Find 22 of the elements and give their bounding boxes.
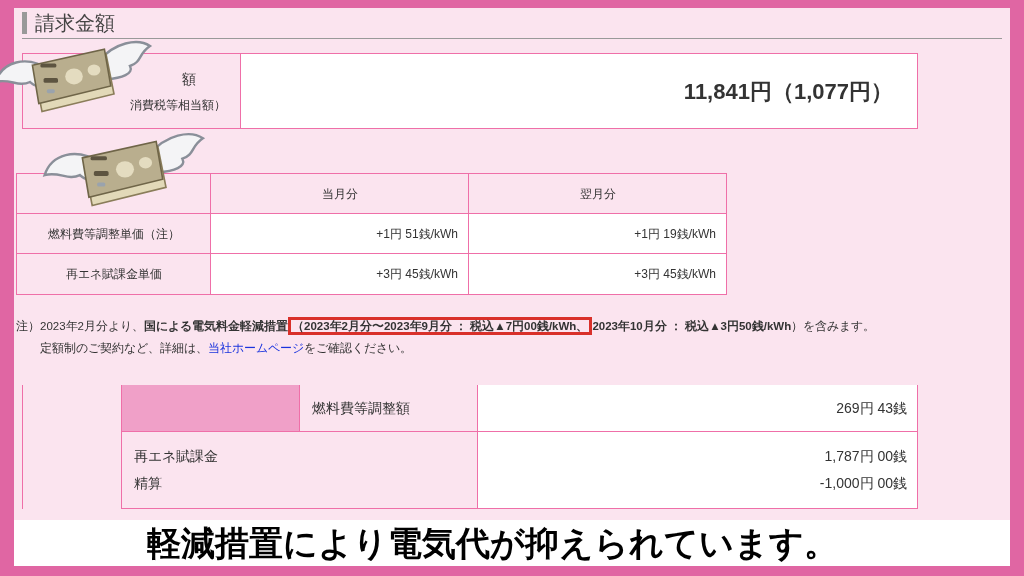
amount-text: 11,841円（1,077円） bbox=[683, 77, 893, 106]
note-text: 2023年2月分より、国による電気料金軽減措置 （2023年2月分〜2023年9月分 ： 税込▲7円00銭/kWh、 2023年10月分 ： 税込▲3円50銭/kWh）を含みます。 bbox=[40, 315, 876, 337]
label-text: 精算 bbox=[134, 474, 163, 493]
value-text: 269円 43銭 bbox=[836, 398, 907, 418]
table-cell: +1円 51銭/kWh bbox=[211, 214, 469, 253]
homepage-link[interactable]: 当社ホームページ bbox=[208, 342, 304, 354]
heading-bar bbox=[22, 12, 27, 34]
value-text: -1,000円 00銭 bbox=[819, 474, 907, 493]
section-heading: 請求金額 bbox=[35, 11, 115, 36]
note-mark: 注） bbox=[16, 319, 40, 334]
label-text: 消費税等相当額） bbox=[130, 96, 226, 114]
label-text: 再エネ賦課金 bbox=[134, 447, 219, 466]
header-cell-text: 翌月分 bbox=[578, 185, 617, 203]
table-cell: +1円 19銭/kWh bbox=[469, 214, 726, 253]
subtitle-text: 軽減措置により電気代が抑えられています。 bbox=[146, 522, 838, 564]
table-cell: +3円 45銭/kWh bbox=[211, 254, 469, 294]
note-text: 定額制のご契約など、詳細は、当社ホームページをご確認ください。 bbox=[40, 341, 413, 357]
value-text: 1,787円 00銭 bbox=[824, 447, 907, 466]
header-cell: 当月分 bbox=[211, 174, 469, 213]
label-text: 額 bbox=[182, 69, 196, 89]
table-cell: +3円 45銭/kWh bbox=[469, 254, 726, 294]
label-text: 燃料費等調整額 bbox=[312, 398, 411, 418]
